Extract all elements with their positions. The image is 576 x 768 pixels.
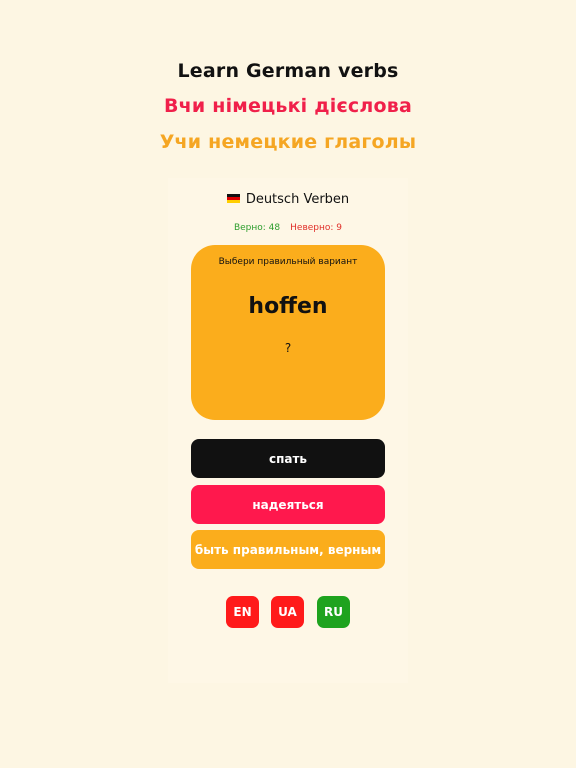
german-flag-icon [226, 194, 240, 203]
answer-button-1[interactable]: спать [191, 439, 385, 478]
answer-button-3[interactable]: быть правильным, верным [191, 530, 385, 569]
app-title: Deutsch Verben [0, 192, 576, 207]
language-ru-button[interactable]: RU [317, 596, 350, 628]
language-en-button[interactable]: EN [226, 596, 259, 628]
headline-russian: Учи немецкие глаголы [159, 131, 417, 153]
score-bar: Верно: 48 Неверно: 9 [0, 223, 576, 233]
card-hint: Выбери правильный вариант [218, 257, 358, 267]
card-question-mark: ? [284, 341, 292, 355]
correct-count: Верно: 48 [233, 223, 281, 233]
language-ua-button[interactable]: UA [271, 596, 304, 628]
verb-card: Выбери правильный вариант hoffen ? [191, 245, 385, 420]
answer-button-2[interactable]: надеяться [191, 485, 385, 524]
wrong-count: Неверно: 9 [290, 223, 343, 233]
headline-english: Learn German verbs [177, 60, 399, 82]
app-title-text: Deutsch Verben [245, 192, 350, 207]
headline-ukrainian: Вчи німецькі дієслова [163, 95, 413, 117]
verb-word: hoffen [248, 294, 328, 319]
